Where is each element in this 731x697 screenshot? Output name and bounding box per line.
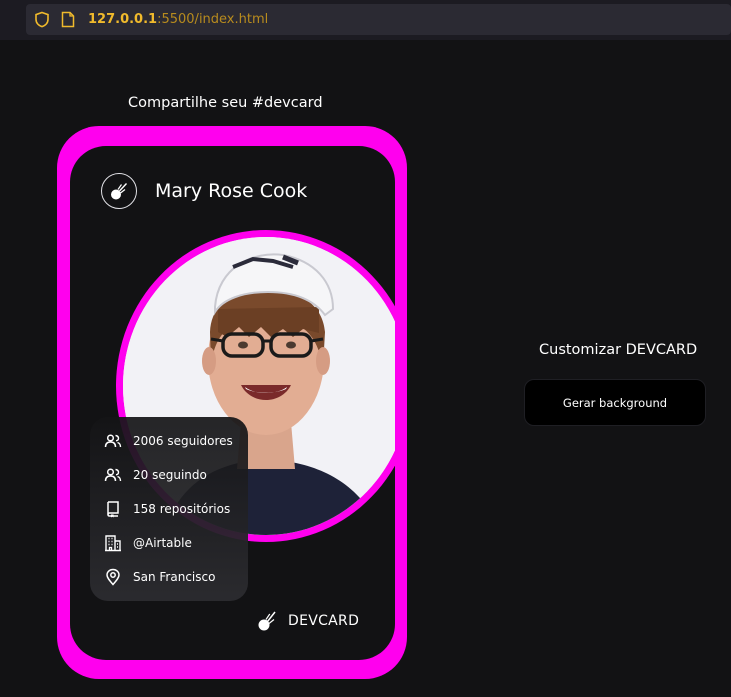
card-footer: DEVCARD [256,609,359,633]
footer-brand: DEVCARD [288,613,360,629]
url-host: 127.0.0.1 [88,12,158,27]
generate-background-button[interactable]: Gerar background [524,379,706,426]
url-text[interactable]: 127.0.0.1:5500/index.html [88,11,268,28]
repo-icon [107,501,119,518]
user-name: Mary Rose Cook [155,180,308,202]
devcard-logo [101,173,137,209]
stats-panel: 2006 seguidores 20 seguindo 158 repositó… [90,417,248,601]
company-icon [105,535,121,552]
following-count: 20 seguindo [133,468,207,482]
followers-count: 2006 seguidores [133,434,233,448]
devcard: Mary Rose Cook 2006 seguidores 20 seguin… [57,126,407,679]
browser-toolbar: 127.0.0.1:5500/index.html [0,0,731,40]
comet-icon [111,183,128,200]
shield-icon[interactable] [34,11,50,28]
stat-repositories: 158 repositórios [90,492,248,526]
stat-followers: 2006 seguidores [90,424,248,458]
url-path: :5500/index.html [157,12,269,27]
location-icon [106,568,120,586]
share-title: Compartilhe seu #devcard [128,95,323,111]
comet-icon [258,611,276,631]
address-bar[interactable]: 127.0.0.1:5500/index.html [26,4,731,35]
stat-location: San Francisco [90,560,248,594]
devcard-inner: Mary Rose Cook 2006 seguidores 20 seguin… [70,146,395,660]
card-header: Mary Rose Cook [101,171,307,211]
customize-title: Customizar DEVCARD [539,342,698,358]
following-icon [104,468,122,482]
page-icon [61,11,75,28]
company-name: @Airtable [133,536,192,550]
stat-following: 20 seguindo [90,458,248,492]
repositories-count: 158 repositórios [133,502,231,516]
stat-company: @Airtable [90,526,248,560]
followers-icon [104,434,122,448]
location-name: San Francisco [133,570,216,584]
